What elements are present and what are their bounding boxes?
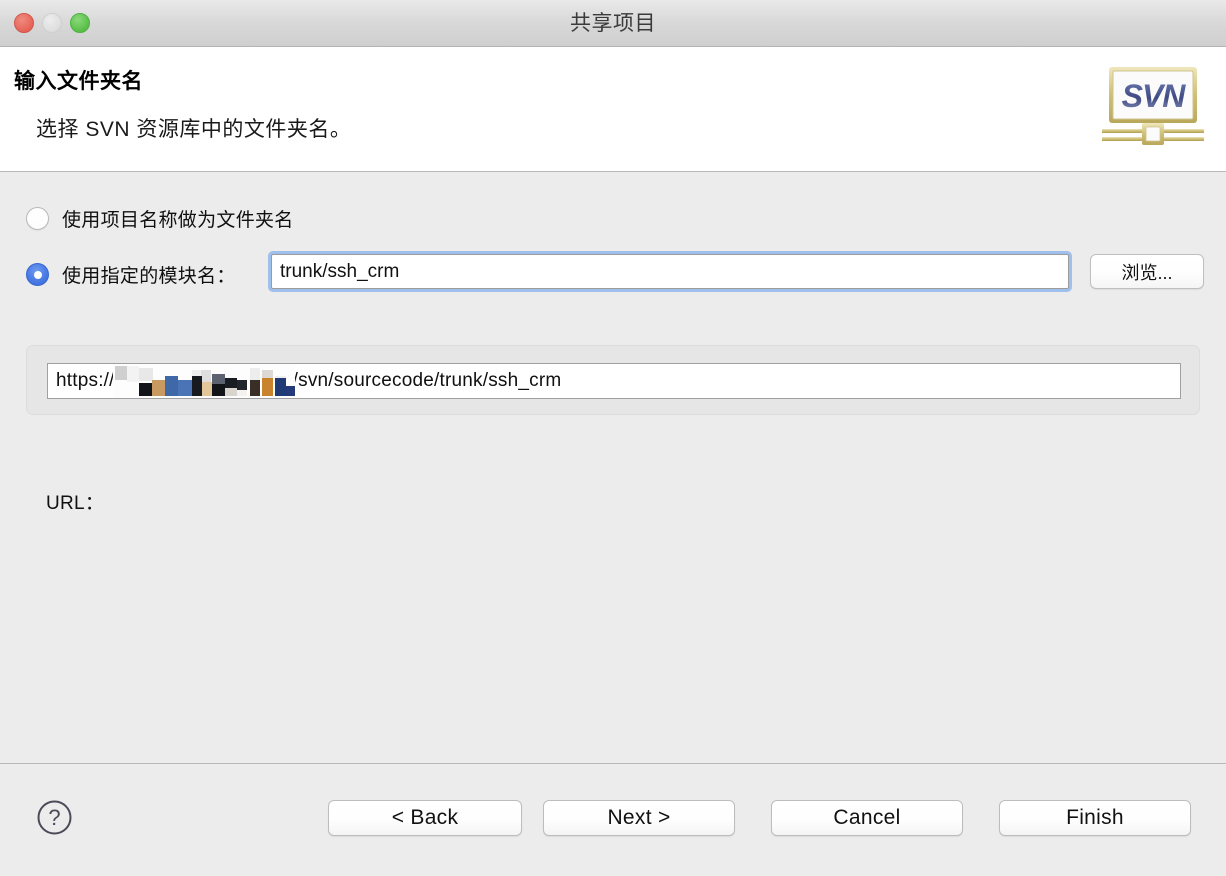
help-icon: ?	[37, 800, 72, 835]
window-titlebar: 共享项目	[0, 0, 1226, 47]
window-title: 共享项目	[570, 12, 656, 35]
dialog-body: 使用项目名称做为文件夹名 使用指定的模块名： 浏览... URL： https:…	[0, 173, 1226, 763]
module-name-input[interactable]	[271, 254, 1069, 289]
svg-text:SVN: SVN	[1122, 78, 1187, 114]
browse-button[interactable]: 浏览...	[1090, 254, 1204, 289]
url-group-box: https:// /svn/sourcecode/trunk/ssh_crm	[26, 345, 1200, 415]
radio-use-module-name-icon[interactable]	[26, 263, 49, 286]
wizard-header: 输入文件夹名 选择 SVN 资源库中的文件夹名。 SVN	[0, 47, 1226, 172]
url-prefix-text: https://	[56, 370, 115, 391]
radio-option-use-module-name[interactable]: 使用指定的模块名：	[26, 261, 236, 288]
page-title: 输入文件夹名	[14, 70, 143, 93]
url-redacted-host	[112, 364, 295, 398]
url-label: URL：	[46, 493, 105, 514]
radio-option-use-project-name[interactable]: 使用项目名称做为文件夹名	[26, 205, 294, 232]
svn-logo-icon: SVN	[1102, 67, 1204, 145]
cancel-button[interactable]: Cancel	[771, 800, 963, 836]
radio-use-project-name-label: 使用项目名称做为文件夹名	[62, 210, 294, 231]
module-name-field-focus-ring	[268, 251, 1072, 292]
back-button[interactable]: < Back	[328, 800, 522, 836]
url-suffix-text: /svn/sourcecode/trunk/ssh_crm	[292, 370, 562, 391]
radio-use-module-name-label: 使用指定的模块名：	[62, 266, 236, 287]
help-button[interactable]: ?	[36, 799, 73, 836]
finish-button[interactable]: Finish	[999, 800, 1191, 836]
radio-use-project-name-icon[interactable]	[26, 207, 49, 230]
share-project-dialog: 共享项目 输入文件夹名 选择 SVN 资源库中的文件夹名。 SVN 使用项目名称…	[0, 0, 1226, 876]
page-description: 选择 SVN 资源库中的文件夹名。	[36, 118, 352, 141]
url-readonly-field[interactable]: https:// /svn/sourcecode/trunk/ssh_crm	[47, 363, 1181, 399]
svg-text:?: ?	[48, 805, 60, 830]
next-button[interactable]: Next >	[543, 800, 735, 836]
